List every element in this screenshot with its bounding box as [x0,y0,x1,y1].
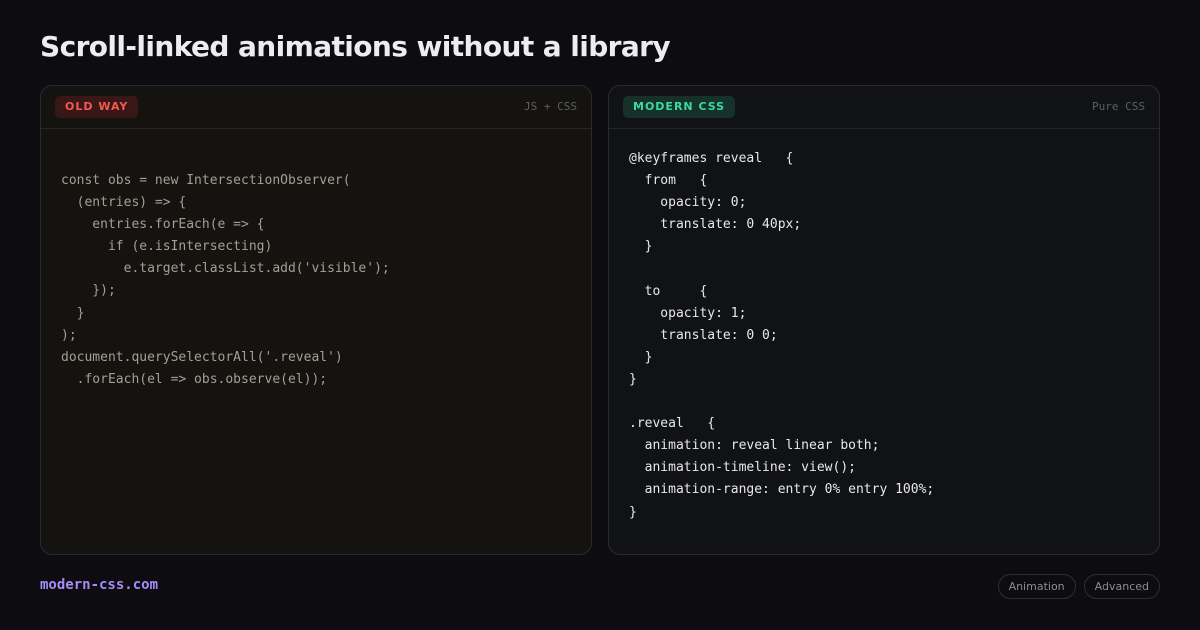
old-way-panel: OLD WAY JS + CSS const obs = new Interse… [40,85,592,555]
modern-css-code-line: to { [629,283,708,299]
modern-css-meta-label: Pure CSS [1092,100,1145,113]
modern-css-code-line: .reveal { [629,416,716,432]
modern-css-code-line: @keyframes reveal { [629,151,794,166]
old-way-panel-header: OLD WAY JS + CSS [41,86,591,129]
old-way-code-line: } [61,305,85,321]
modern-css-code-line: } [629,504,637,520]
modern-css-code-line: opacity: 1; [629,305,747,321]
old-way-code-line: (entries) => { [61,195,187,211]
old-way-code-line: .forEach(el => obs.observe(el)); [61,371,328,387]
tag-pill[interactable]: Advanced [1083,574,1160,599]
modern-css-code-line [629,391,934,413]
modern-css-panel-header: MODERN CSS Pure CSS [609,86,1159,129]
modern-css-code-line [629,258,934,280]
old-way-badge: OLD WAY [55,96,139,118]
modern-css-code-line: animation-range: entry 0% entry 100%; [629,482,935,498]
old-way-code-line: ); [61,327,77,343]
modern-css-code-block: @keyframes reveal { from { opacity: 0; t… [629,148,934,524]
modern-css-code-line: from { [629,173,708,189]
modern-css-code-line: } [629,371,637,387]
page: Scroll-linked animations without a libra… [0,0,1200,630]
old-way-meta-label: JS + CSS [524,100,577,113]
modern-css-code-line: animation: reveal linear both; [629,438,880,454]
old-way-code-line: document.querySelectorAll('.reveal') [61,349,343,365]
site-link[interactable]: modern-css.com [40,577,158,593]
old-way-code-line: if (e.isIntersecting) [61,239,273,255]
old-way-code-line: }); [61,283,116,299]
modern-css-panel: MODERN CSS Pure CSS @keyframes reveal { … [608,85,1160,555]
modern-css-code-line: } [629,239,653,255]
old-way-code-line: e.target.classList.add('visible'); [61,261,390,277]
modern-css-code-line: } [629,349,653,365]
tag-pill[interactable]: Animation [997,574,1076,599]
tag-list: Animation Advanced [997,574,1160,599]
modern-css-code-line: translate: 0 0; [629,327,778,343]
modern-css-code-line: translate: 0 40px; [629,217,802,233]
modern-css-code-line: opacity: 0; [629,195,747,211]
old-way-code-line: entries.forEach(e => { [61,217,265,233]
modern-css-badge: MODERN CSS [623,96,736,118]
old-way-code-line: const obs = new IntersectionObserver( [61,173,351,188]
page-title: Scroll-linked animations without a libra… [40,30,671,63]
modern-css-code-line: animation-timeline: view(); [629,460,856,476]
old-way-code-block: const obs = new IntersectionObserver( (e… [61,170,390,391]
